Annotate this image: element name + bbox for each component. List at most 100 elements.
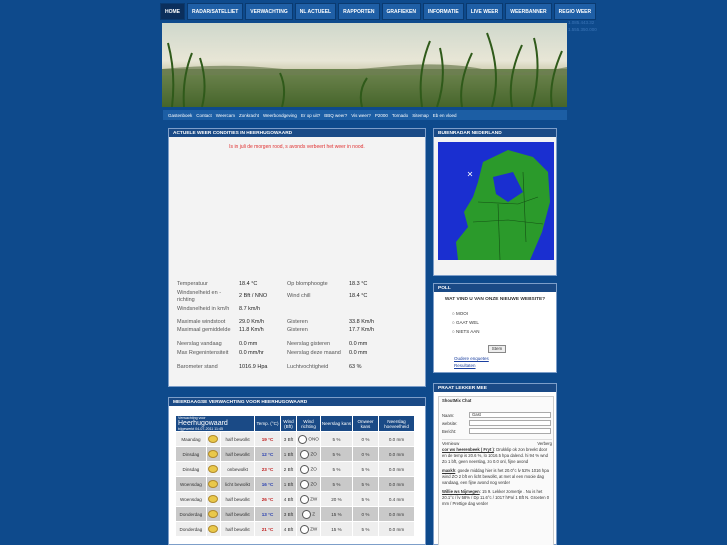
radio-icon[interactable]: ○ [452,320,455,325]
subnav-bbq-weer[interactable]: BBQ weer? [324,113,347,118]
poll-option-mooi[interactable]: ○ MOOI [452,309,480,318]
poll-title: POLL [434,284,556,292]
value-gisteren-gemiddelde: 17.7 Km/h [349,327,375,333]
forecast-direction: ONO [296,431,321,447]
forecast-temp: 13 °C [254,506,281,522]
forecast-direction-label: ZO [310,451,317,457]
wind-direction-icon [299,524,309,534]
forecast-amount: 0.0 mm [378,431,415,447]
nav-regio-weer[interactable]: REGIO WEER [553,3,597,20]
forecast-direction: Z [296,506,321,522]
poll-options: ○ MOOI ○ GAAT WEL ○ NIETS AAN [452,309,480,336]
subnav-gastenboek[interactable]: Gastenboek [168,113,192,118]
radar-map-image[interactable] [438,142,554,261]
label-temperatuur: Temperatuur [177,281,208,287]
forecast-row: Dinsdag onbewolkt 23 °C 2 Bft ZO 5 % 5 %… [175,461,415,477]
chat-post-author[interactable]: maxkh [442,468,455,473]
subnav-sitemap[interactable]: Sitemap [412,113,429,118]
forecast-storm: 0 % [352,446,379,462]
value-max-regenintensiteit: 0.0 mm/hr [239,350,264,356]
value-windsnelheid-richting: 2 Bft / NNO [239,293,268,299]
subnav-p2000[interactable]: P2000 [375,113,388,118]
forecast-bft: 3 Bft [280,431,297,447]
value-max-windstoot: 29.0 Km/h [239,319,265,325]
side-number-2: 1.555.350.000 [568,27,597,32]
forecast-direction-label: Z [312,511,316,517]
partly-cloudy-icon [208,524,219,533]
subnav-contact[interactable]: Contact [196,113,212,118]
chat-website-input[interactable] [469,420,551,426]
chat-title: PRAAT LEKKER MEE [434,384,556,392]
radio-icon[interactable]: ○ [452,311,455,316]
nav-live-weer[interactable]: LIVE WEER [465,3,504,20]
chat-message-input[interactable] [469,428,551,434]
forecast-direction: ZO [296,446,321,462]
forecast-temp: 23 °C [254,461,281,477]
forecast-rain: 5 % [320,446,353,462]
radio-icon[interactable]: ○ [452,329,455,334]
forecast-bft: 1 Bft [280,476,297,492]
forecast-direction: ZW [296,521,321,537]
wind-direction-icon [300,449,310,459]
forecast-icon [205,476,222,492]
nav-informatie[interactable]: INFORMATIE [422,3,464,20]
forecast-storm: 5 % [352,491,379,507]
forecast-desc: licht bewolkt [220,476,255,492]
value-neerslag-vandaag: 0.0 mm [239,341,258,347]
nav-weerbanner[interactable]: WEERBANNER [505,3,552,20]
forecast-storm: 5 % [352,461,379,477]
nav-radar-satelliet[interactable]: RADAR/SATELLIET [187,3,244,20]
partly-cloudy-icon [208,449,219,458]
poll-link-results[interactable]: Resultaten [454,362,489,369]
value-neerslag-gisteren: 0.0 mm [349,341,368,347]
forecast-icon [205,461,222,477]
poll-link-older[interactable]: Oudere enquetes [454,355,489,362]
nav-home[interactable]: HOME [160,3,185,20]
nav-nl-actueel[interactable]: NL ACTUEEL [294,3,337,20]
forecast-rain: 15 % [320,521,353,537]
forecast-row: Donderdag half bewolkt 21 °C 4 Bft ZW 15… [175,521,415,537]
poll-option-gaat-wel[interactable]: ○ GAAT WEL [452,318,480,327]
chat-post-author[interactable]: cor ws heerenbeek ( Fryt ) [442,447,494,452]
forecast-storm: 0 % [352,506,379,522]
nav-grafieken[interactable]: GRAFIEKEN [381,3,421,20]
chat-post-author[interactable]: Willie ws Nijmegen [442,489,480,494]
forecast-amount: 0.0 mm [378,506,415,522]
actual-conditions-title: ACTUELE WEER CONDITIES IN HEERHUGOWAARD [169,129,425,137]
label-windsnelheid-richting: Windsnelheid en -richting [177,290,222,303]
forecast-direction-label: ZO [310,481,317,487]
value-neerslag-maand: 0.0 mm [349,350,368,356]
label-barometer: Barometer stand [177,364,218,370]
subnav-weercam[interactable]: Weercam [216,113,235,118]
label-gisteren-gemiddelde: Gisteren [287,327,308,333]
forecast-updated: bijgewerkt 04-07-2011 11:45 [178,427,224,431]
poll-question: WAT VIND U VAN ONZE NIEUWE WEBSITE? [444,297,546,302]
hide-link[interactable]: Verberg [537,441,552,446]
subnav-vis-weer[interactable]: Vis weer? [351,113,371,118]
forecast-title: MEERDAAGSE VERWACHTING VOOR HEERHUGOWAAR… [169,398,425,406]
forecast-direction-label: ZO [310,466,317,472]
wind-direction-icon [300,479,310,489]
refresh-link[interactable]: Vernieuw [442,441,459,446]
value-gisteren-windstoot: 33.8 Km/h [349,319,375,325]
poll-option-niets-aan[interactable]: ○ NIETS AAN [452,327,480,336]
forecast-row: Woensdag half bewolkt 26 °C 4 Bft ZW 20 … [175,491,415,507]
subnav-eb-en-vloed[interactable]: Eb en vloed [433,113,457,118]
forecast-row: Donderdag half bewolkt 13 °C 3 Bft Z 15 … [175,506,415,522]
nav-rapporten[interactable]: RAPPORTEN [338,3,380,20]
forecast-direction-label: ONO [308,436,319,442]
forecast-desc: half bewolkt [220,506,255,522]
subnav-zonkracht[interactable]: Zonkracht [239,113,259,118]
shoutmix-widget: ShoutMix Chat Naam: Gast website: Berich… [438,396,554,545]
subnav-weerbondgeving[interactable]: Weerbondgeving [263,113,297,118]
nav-verwachting[interactable]: VERWACHTING [245,3,293,20]
label-gisteren-windstoot: Gisteren [287,319,308,325]
chat-name-input[interactable]: Gast [469,412,551,418]
subnav-er-op-uit[interactable]: Er op uit? [301,113,320,118]
label-op-blomphoogte: Op blomphoogte [287,281,328,287]
weather-proverb: Is in juli de morgen rood, s avonds verb… [229,144,365,150]
forecast-panel: MEERDAAGSE VERWACHTING VOOR HEERHUGOWAAR… [168,397,426,545]
poll-vote-button[interactable]: Stem [488,345,506,353]
subnav-tornado[interactable]: Tornado [392,113,408,118]
forecast-col-rain: Neerslag kans [320,415,353,432]
